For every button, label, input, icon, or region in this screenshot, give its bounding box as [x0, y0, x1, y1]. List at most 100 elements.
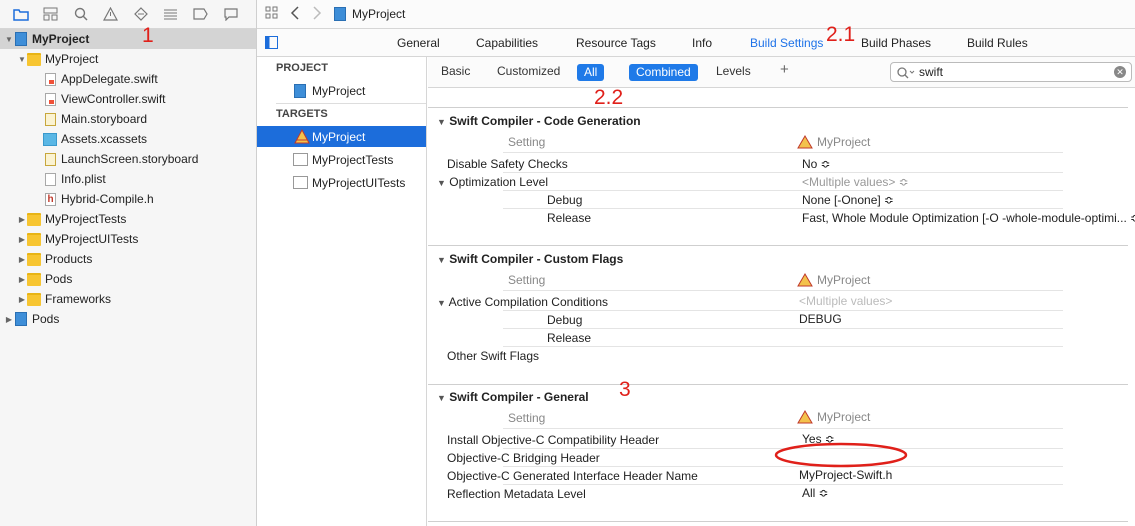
tree-row-folder[interactable]: ▶ MyProjectTests [0, 209, 256, 229]
tree-row-folder[interactable]: ▼ MyProject [0, 49, 256, 69]
source-control-icon[interactable] [42, 7, 59, 22]
breadcrumb[interactable]: MyProject [334, 7, 405, 21]
row-divider [503, 328, 1063, 329]
breakpoint-icon[interactable] [192, 7, 209, 22]
folder-icon [27, 292, 41, 306]
app-target-icon [797, 273, 813, 287]
disclosure-open-icon[interactable]: ▼ [17, 55, 27, 64]
filter-basic[interactable]: Basic [441, 64, 470, 78]
warning-icon[interactable] [102, 7, 119, 22]
row-divider [503, 152, 1063, 153]
project-row[interactable]: MyProject [257, 80, 426, 101]
add-setting-button[interactable]: + [780, 61, 789, 78]
grid-icon[interactable] [265, 6, 278, 22]
row-divider [503, 208, 1063, 209]
folder-icon [27, 252, 41, 266]
disclosure-closed-icon[interactable]: ▶ [4, 315, 14, 324]
setting-value[interactable]: MyProject-Swift.h [799, 468, 892, 482]
project-navigator: ▼ MyProject ▼ MyProject AppDelegate.swif… [0, 0, 257, 526]
setting-value[interactable]: No ≎ [802, 157, 831, 171]
plist-file-icon [45, 172, 56, 186]
filter-levels[interactable]: Levels [716, 64, 751, 78]
storyboard-file-icon [45, 152, 56, 166]
folder-icon [27, 52, 41, 66]
sidebar-toggle-icon[interactable] [265, 36, 278, 52]
tab-resource-tags[interactable]: Resource Tags [576, 36, 656, 50]
disclosure-open-icon[interactable]: ▼ [4, 35, 14, 44]
search-field[interactable]: swift ✕ [890, 62, 1132, 82]
section-title[interactable]: ▼ Swift Compiler - Code Generation [437, 114, 641, 128]
editor-tab-bar: General Capabilities Resource Tags Info … [257, 29, 1135, 57]
tab-info[interactable]: Info [692, 36, 712, 50]
tab-build-rules[interactable]: Build Rules [967, 36, 1028, 50]
forward-icon[interactable] [312, 5, 322, 23]
debug-icon[interactable] [162, 7, 179, 22]
tree-row-label: Info.plist [61, 172, 106, 186]
tree-row-file[interactable]: Assets.xcassets [0, 129, 256, 149]
tree-row-folder[interactable]: ▶ Products [0, 249, 256, 269]
tab-capabilities[interactable]: Capabilities [476, 36, 538, 50]
disclosure-closed-icon[interactable]: ▶ [17, 295, 27, 304]
disclosure-closed-icon[interactable]: ▶ [17, 215, 27, 224]
setting-label: ▼ Active Compilation Conditions [437, 295, 609, 309]
target-row[interactable]: MyProject [257, 126, 426, 147]
tree-row-file[interactable]: LaunchScreen.storyboard [0, 149, 256, 169]
tree-row-label: MyProjectUITests [45, 232, 139, 246]
setting-value[interactable]: <Multiple values> ≎ [802, 175, 909, 189]
setting-value[interactable]: Fast, Whole Module Optimization [-O -who… [802, 211, 1135, 225]
tree-row-label: Frameworks [45, 292, 112, 306]
tab-general[interactable]: General [397, 36, 440, 50]
tab-build-phases[interactable]: Build Phases [861, 36, 931, 50]
column-target: MyProject [797, 273, 870, 287]
filter-all[interactable]: All [577, 64, 605, 81]
disclosure-open-icon: ▼ [437, 393, 446, 403]
header-file-icon: h [45, 192, 56, 206]
filter-combined[interactable]: Combined [629, 64, 698, 81]
folder-icon[interactable] [12, 7, 29, 22]
setting-value[interactable]: All ≎ [802, 486, 829, 500]
tab-build-settings[interactable]: Build Settings [750, 36, 823, 50]
disclosure-open-icon[interactable]: ▼ [437, 178, 446, 188]
tree-row-file[interactable]: ViewController.swift [0, 89, 256, 109]
setting-value[interactable]: DEBUG [799, 312, 842, 326]
tree-row-label: Assets.xcassets [61, 132, 148, 146]
tree-row-folder[interactable]: ▶ Pods [0, 269, 256, 289]
section-title[interactable]: ▼ Swift Compiler - Custom Flags [437, 252, 623, 266]
target-row[interactable]: MyProjectTests [257, 149, 426, 170]
setting-label: ▼ Optimization Level [437, 175, 548, 189]
targets-panel: PROJECT MyProject TARGETS MyProject MyPr… [257, 57, 427, 526]
tree-row-label: MyProject [32, 32, 90, 46]
search-icon[interactable] [72, 7, 89, 22]
row-divider [503, 346, 1063, 347]
tree-row-folder[interactable]: ▶ MyProjectUITests [0, 229, 256, 249]
tree-row-folder[interactable]: ▶ Frameworks [0, 289, 256, 309]
filter-customized[interactable]: Customized [497, 64, 560, 78]
disclosure-closed-icon[interactable]: ▶ [17, 255, 27, 264]
disclosure-closed-icon[interactable]: ▶ [17, 235, 27, 244]
tree-row-file[interactable]: Main.storyboard [0, 109, 256, 129]
report-icon[interactable] [222, 7, 239, 22]
row-divider [503, 484, 1063, 485]
app-target-icon [294, 128, 310, 147]
test-icon[interactable] [132, 7, 149, 22]
tree-row-project[interactable]: ▼ MyProject [0, 29, 256, 49]
clear-search-icon[interactable]: ✕ [1114, 66, 1126, 78]
tree-row-file[interactable]: AppDelegate.swift [0, 69, 256, 89]
setting-value[interactable]: <Multiple values> [799, 294, 892, 308]
tree-row-file[interactable]: Info.plist [0, 169, 256, 189]
tree-row-project[interactable]: ▶ Pods [0, 309, 256, 329]
tree-row-label: ViewController.swift [61, 92, 166, 106]
disclosure-closed-icon[interactable]: ▶ [17, 275, 27, 284]
folder-icon [27, 272, 41, 286]
section-divider [428, 107, 1128, 108]
setting-label: Other Swift Flags [447, 349, 540, 363]
setting-value[interactable]: None [-Onone] ≎ [802, 193, 894, 207]
setting-label: Release [547, 331, 592, 345]
tree-row-file[interactable]: h Hybrid-Compile.h [0, 189, 256, 209]
disclosure-open-icon: ▼ [437, 117, 446, 127]
project-icon [15, 32, 27, 46]
section-title[interactable]: ▼ Swift Compiler - General [437, 390, 589, 404]
disclosure-open-icon[interactable]: ▼ [437, 298, 446, 308]
target-row[interactable]: MyProjectUITests [257, 172, 426, 193]
back-icon[interactable] [290, 5, 300, 23]
